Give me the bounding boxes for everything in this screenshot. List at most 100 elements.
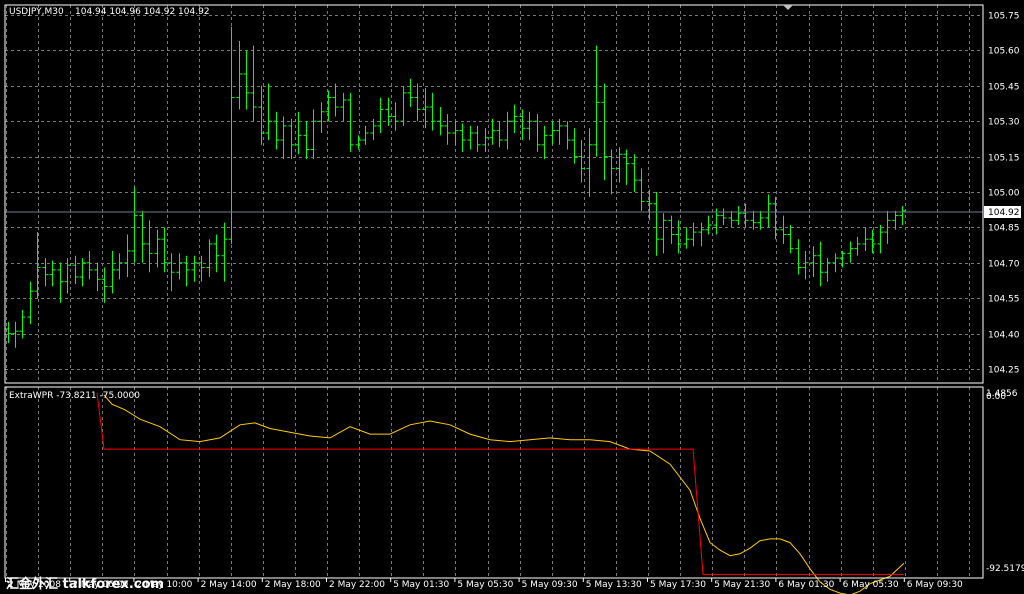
price-bar [407,78,414,108]
price-bar [310,109,317,159]
indicator-axis: 1.48560.00-92.5179 [986,389,1024,574]
price-bar [318,102,325,133]
price-bar [802,251,809,280]
price-bar [213,234,220,273]
price-bar [653,192,660,256]
price-bar [176,253,183,280]
price-bar [124,234,131,277]
price-bar [631,154,638,192]
time-tick: 6 May 01:30 [778,580,834,590]
price-bar [780,215,787,244]
price-bar [347,92,354,152]
price-bar [265,83,272,141]
price-bar [720,208,727,226]
price-bar [340,92,347,122]
price-bar [131,187,138,263]
price-bar [146,220,153,273]
price-bar [437,107,444,136]
price-tick: 104.40 [988,331,1020,341]
time-tick: 2 May 18:00 [265,580,321,590]
price-bar [646,189,653,221]
price-bar [206,239,213,277]
time-tick: 5 May 13:30 [586,580,642,590]
indicator-zero-tick: 0.00 [986,392,1006,402]
price-bar [370,118,377,141]
price-bar [139,210,146,263]
price-bar [578,140,585,183]
price-bar [586,128,593,197]
price-bar [728,210,735,228]
price-bar [27,281,34,325]
time-tick: 2 May 14:00 [201,580,257,590]
price-bar [593,45,600,157]
price-bar [608,149,615,195]
price-bar [236,40,243,110]
symbol-label: USDJPY,M30 [9,7,64,17]
price-bar [288,118,295,159]
price-bar [549,121,556,145]
price-bar [57,262,64,303]
wpr-signal-line [96,392,904,575]
price-bar [474,125,481,152]
price-bar [94,262,101,292]
price-bar [250,45,257,122]
price-bar [377,97,384,133]
chart-area: USDJPY,M30 104.94 104.96 104.92 104.92 E… [4,4,1024,594]
main-chart-frame [4,4,984,384]
chart-shift-marker-icon[interactable] [783,5,793,10]
price-bar [839,251,846,268]
price-bar [541,125,548,159]
price-tick: 105.30 [988,118,1020,128]
indicator-label: ExtraWPR -73.8211 -75.0000 [9,391,140,401]
price-bar [444,114,451,145]
price-bar [690,222,697,247]
price-bar [79,258,86,287]
price-bar [273,111,280,150]
price-bar [362,125,369,145]
price-tick: 104.25 [988,366,1020,376]
price-bar [899,206,906,226]
price-bar [668,215,675,244]
price-bar [191,255,198,282]
price-bar [847,241,854,263]
time-tick: 2 May 22:00 [329,580,385,590]
price-bar [459,123,466,152]
price-tick: 104.85 [988,224,1020,234]
time-tick: 5 May 01:30 [393,580,449,590]
current-price-value: 104.92 [988,208,1020,218]
price-bar [101,267,108,303]
price-bar [467,125,474,150]
price-bar [489,118,496,145]
price-bar [429,92,436,131]
price-bar [526,111,533,141]
price-bar [243,50,250,110]
price-bar [496,121,503,148]
price-bar [355,135,362,150]
price-bar [810,246,817,277]
indicator-frame [4,386,984,579]
time-tick: 5 May 05:30 [457,580,513,590]
time-tick: 5 May 21:30 [714,580,770,590]
price-bar [228,26,235,244]
price-bar [556,118,563,145]
price-bar [832,253,839,273]
price-bar [638,168,645,211]
price-bar [332,83,339,117]
grid [5,5,983,578]
price-bar [787,225,794,254]
price-bar [660,213,667,254]
price-bar [482,128,489,152]
price-bar [824,258,831,282]
price-tick: 105.45 [988,83,1020,93]
price-bar [34,232,41,299]
price-bar [161,227,168,273]
price-bar [757,210,764,230]
price-bar [892,210,899,230]
price-bar [42,258,49,287]
price-bar [325,90,332,122]
price-bar [452,121,459,145]
price-bar [564,121,571,150]
price-bar [414,83,421,122]
price-bar [72,255,79,285]
price-bar [623,149,630,185]
